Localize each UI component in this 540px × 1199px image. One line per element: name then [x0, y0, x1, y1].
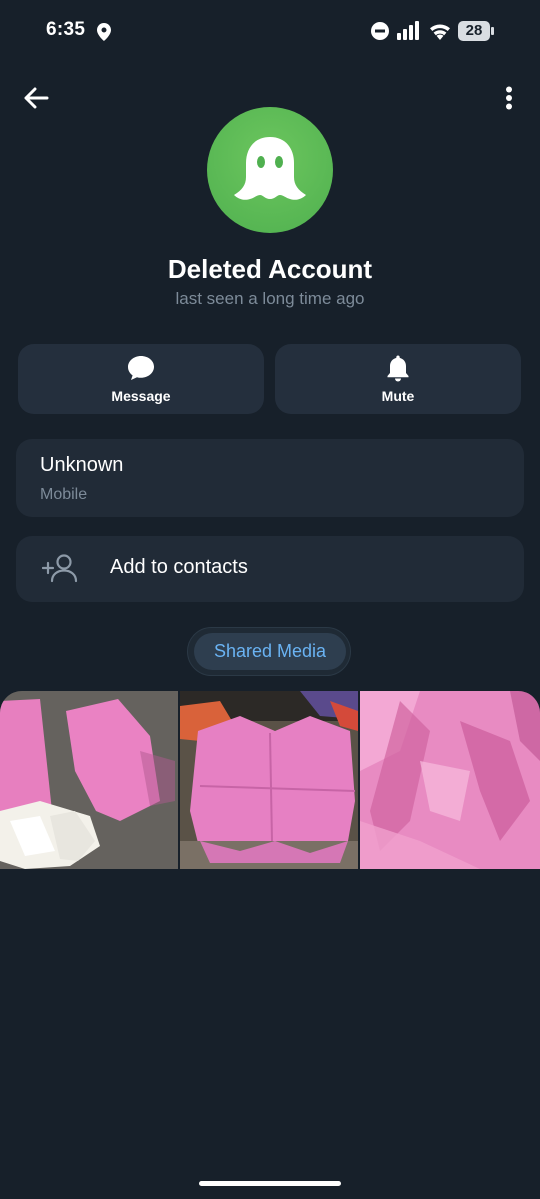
ghost-icon: [234, 137, 306, 200]
dnd-icon: [371, 22, 389, 40]
last-seen-status: last seen a long time ago: [175, 289, 365, 308]
message-button[interactable]: Message: [18, 344, 264, 414]
media-thumbnail[interactable]: [0, 691, 178, 869]
location-icon: [97, 23, 111, 41]
phone-info-card[interactable]: Unknown Mobile: [16, 439, 524, 517]
profile-screen: 6:35 28 Deleted Account last seen a long…: [0, 0, 540, 1199]
bell-icon: [387, 355, 409, 382]
wifi-icon: [430, 24, 450, 40]
phone-label: Mobile: [40, 486, 88, 503]
mute-button-label: Mute: [381, 388, 415, 404]
media-thumbnail[interactable]: [180, 691, 358, 869]
status-bar: 6:35 28: [0, 0, 540, 62]
tab-shared-media[interactable]: Shared Media: [194, 633, 346, 670]
add-person-icon: [42, 554, 78, 583]
arrow-left-icon: [24, 87, 49, 109]
battery-icon: 28: [458, 21, 494, 41]
back-button[interactable]: [18, 80, 54, 116]
more-vertical-icon: [506, 86, 512, 110]
signal-icon: [397, 21, 419, 40]
shared-media-grid: [0, 691, 540, 869]
mute-button[interactable]: Mute: [275, 344, 521, 414]
home-indicator[interactable]: [199, 1181, 341, 1186]
avatar[interactable]: [207, 107, 333, 233]
media-thumbnail[interactable]: [360, 691, 540, 869]
phone-value: Unknown: [40, 454, 124, 476]
add-to-contacts-label: Add to contacts: [110, 556, 248, 578]
status-time: 6:35: [46, 19, 86, 40]
add-to-contacts-button[interactable]: Add to contacts: [16, 536, 524, 602]
battery-level: 28: [465, 22, 483, 39]
message-button-label: Message: [111, 388, 171, 404]
chat-bubble-icon: [128, 356, 154, 380]
profile-name: Deleted Account: [167, 254, 373, 284]
more-options-button[interactable]: [492, 80, 526, 116]
